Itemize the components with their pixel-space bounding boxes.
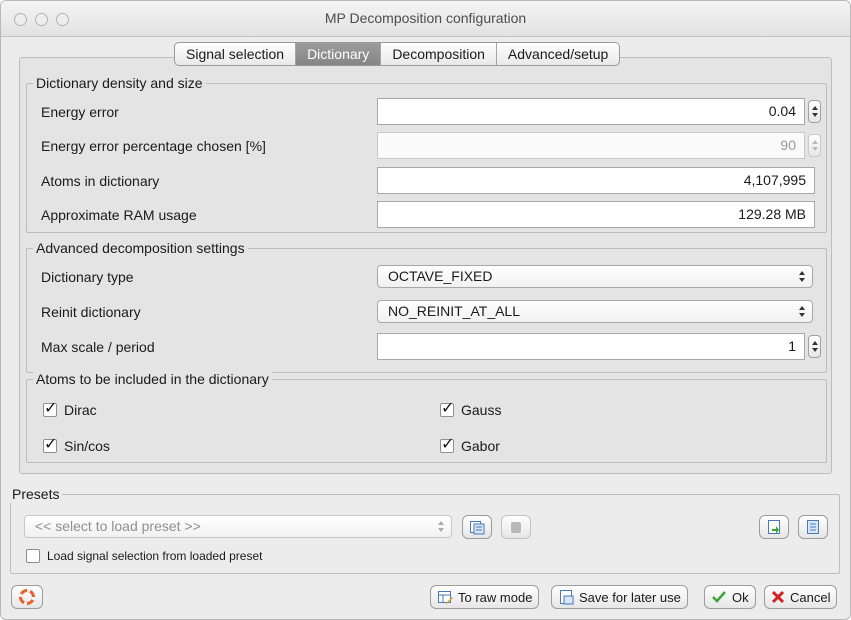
- document-save-icon: [558, 589, 574, 605]
- preset-export-icon: [807, 520, 819, 534]
- table-edit-icon: [437, 589, 453, 605]
- checkbox-icon[interactable]: [440, 435, 454, 453]
- gauss-label: Gauss: [461, 402, 502, 418]
- energy-error-pct-stepper: [808, 134, 821, 157]
- presets-group: Presets << select to load preset >> Load…: [9, 485, 840, 574]
- ok-label: Ok: [732, 589, 749, 605]
- lifebuoy-icon: [19, 589, 35, 605]
- atoms-group: Atoms to be included in the dictionary D…: [26, 370, 827, 463]
- select-arrows-icon: [799, 271, 805, 282]
- dictionary-panel: Dictionary density and size Energy error…: [19, 57, 832, 474]
- preset-select[interactable]: << select to load preset >>: [24, 515, 452, 538]
- energy-error-pct-field: 90: [377, 132, 805, 159]
- tab-dictionary[interactable]: Dictionary: [296, 43, 382, 65]
- preset-delete-icon: [511, 522, 521, 533]
- energy-error-label: Energy error: [41, 104, 119, 120]
- reinit-value: NO_REINIT_AT_ALL: [388, 303, 521, 319]
- title-bar: MP Decomposition configuration: [1, 1, 850, 37]
- load-signal-label: Load signal selection from loaded preset: [47, 549, 263, 563]
- ok-button[interactable]: Ok: [704, 585, 756, 609]
- presets-legend: Presets: [9, 485, 63, 503]
- gauss-checkbox[interactable]: Gauss: [440, 399, 502, 419]
- red-x-icon: [771, 590, 785, 604]
- checkbox-icon[interactable]: [440, 399, 454, 417]
- reinit-select[interactable]: NO_REINIT_AT_ALL: [377, 300, 813, 323]
- raw-mode-button[interactable]: To raw mode: [430, 585, 540, 609]
- tab-decomposition[interactable]: Decomposition: [381, 43, 497, 65]
- preset-save-icon: [470, 521, 485, 535]
- preset-import-button[interactable]: [759, 515, 789, 539]
- preset-placeholder: << select to load preset >>: [35, 518, 201, 534]
- ram-label: Approximate RAM usage: [41, 207, 197, 223]
- tab-signal-selection[interactable]: Signal selection: [175, 43, 297, 65]
- dialog-window: MP Decomposition configuration Signal se…: [0, 0, 851, 620]
- sincos-checkbox[interactable]: Sin/cos: [43, 435, 110, 455]
- atoms-field: 4,107,995: [377, 167, 815, 194]
- tab-bar: Signal selection Dictionary Decompositio…: [174, 42, 621, 66]
- dictionary-type-select[interactable]: OCTAVE_FIXED: [377, 265, 813, 288]
- energy-error-pct-label: Energy error percentage chosen [%]: [41, 138, 266, 154]
- raw-mode-label: To raw mode: [458, 589, 533, 605]
- reinit-label: Reinit dictionary: [41, 304, 141, 320]
- gabor-label: Gabor: [461, 438, 500, 454]
- select-arrows-icon: [799, 306, 805, 317]
- preset-delete-button: [501, 515, 531, 539]
- energy-error-stepper[interactable]: [808, 100, 821, 123]
- dirac-checkbox[interactable]: Dirac: [43, 399, 97, 419]
- dictionary-type-value: OCTAVE_FIXED: [388, 268, 493, 284]
- save-later-button[interactable]: Save for later use: [551, 585, 688, 609]
- sincos-label: Sin/cos: [64, 438, 110, 454]
- cancel-label: Cancel: [790, 589, 831, 605]
- help-button[interactable]: [11, 585, 43, 609]
- save-later-label: Save for later use: [579, 589, 681, 605]
- density-group: Dictionary density and size Energy error…: [26, 74, 827, 233]
- preset-save-button[interactable]: [462, 515, 492, 539]
- density-legend: Dictionary density and size: [33, 74, 206, 92]
- max-scale-field[interactable]: 1: [377, 333, 805, 360]
- tab-advanced-setup[interactable]: Advanced/setup: [497, 43, 619, 65]
- dirac-label: Dirac: [64, 402, 97, 418]
- cancel-button[interactable]: Cancel: [764, 585, 838, 609]
- checkbox-icon[interactable]: [43, 399, 57, 417]
- max-scale-stepper[interactable]: [808, 335, 821, 358]
- dictionary-type-label: Dictionary type: [41, 269, 134, 285]
- advanced-group: Advanced decomposition settings Dictiona…: [26, 239, 827, 373]
- load-signal-checkbox[interactable]: Load signal selection from loaded preset: [26, 547, 262, 565]
- advanced-legend: Advanced decomposition settings: [33, 239, 248, 257]
- select-arrows-icon: [438, 521, 444, 532]
- checkbox-icon[interactable]: [43, 435, 57, 453]
- max-scale-label: Max scale / period: [41, 339, 155, 355]
- gabor-checkbox[interactable]: Gabor: [440, 435, 500, 455]
- atoms-legend: Atoms to be included in the dictionary: [33, 370, 272, 388]
- atoms-label: Atoms in dictionary: [41, 173, 160, 189]
- checkbox-icon[interactable]: [26, 549, 40, 563]
- preset-export-button[interactable]: [798, 515, 828, 539]
- preset-import-icon: [768, 520, 780, 534]
- ram-field: 129.28 MB: [377, 201, 815, 228]
- energy-error-field[interactable]: 0.04: [377, 98, 805, 125]
- checkmark-icon: [711, 589, 727, 605]
- window-title: MP Decomposition configuration: [324, 10, 527, 26]
